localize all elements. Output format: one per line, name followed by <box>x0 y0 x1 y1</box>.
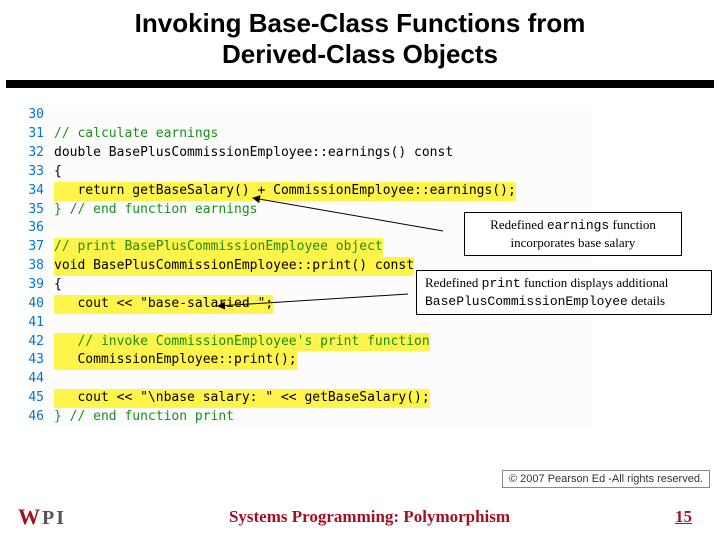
callout-earnings: Redefined earnings function incorporates… <box>464 212 682 256</box>
logo-letter: W <box>18 504 40 530</box>
code-line: 31// calculate earnings <box>28 125 592 144</box>
callout-text: function displays additional <box>521 275 669 290</box>
code-line: 33{ <box>28 163 592 182</box>
logo-letter: I <box>56 507 64 530</box>
page-number: 15 <box>675 507 692 527</box>
line-number: 46 <box>28 408 54 427</box>
code-content: cout << "base-salaried "; <box>54 295 273 314</box>
callout-code: BasePlusCommissionEmployee <box>425 294 628 309</box>
line-number: 41 <box>28 314 54 333</box>
line-number: 33 <box>28 163 54 182</box>
footer-title: Systems Programming: Polymorphism <box>64 507 675 527</box>
copyright: © 2007 Pearson Ed -All rights reserved. <box>502 470 710 488</box>
callout-text: Redefined <box>425 275 482 290</box>
code-listing: 3031// calculate earnings32double BasePl… <box>28 106 592 426</box>
code-line: 30 <box>28 106 592 125</box>
code-area: 3031// calculate earnings32double BasePl… <box>0 88 720 426</box>
line-number: 42 <box>28 333 54 352</box>
code-content: CommissionEmployee::print(); <box>54 351 297 370</box>
callout-text: Redefined <box>490 217 547 232</box>
line-number: 39 <box>28 276 54 295</box>
code-line: 43 CommissionEmployee::print(); <box>28 351 592 370</box>
line-number: 36 <box>28 219 54 238</box>
line-number: 34 <box>28 182 54 201</box>
code-content: { <box>54 163 62 182</box>
line-number: 38 <box>28 257 54 276</box>
code-content: } // end function earnings <box>54 201 258 220</box>
code-content: // invoke CommissionEmployee's print fun… <box>54 333 430 352</box>
code-line: 42 // invoke CommissionEmployee's print … <box>28 333 592 352</box>
code-content: void BasePlusCommissionEmployee::print()… <box>54 257 414 276</box>
code-line: 41 <box>28 314 592 333</box>
code-content: { <box>54 276 62 295</box>
wpi-logo: W P I <box>18 504 64 530</box>
callout-code: earnings <box>547 218 609 233</box>
code-line: 44 <box>28 370 592 389</box>
code-line: 34 return getBaseSalary() + CommissionEm… <box>28 182 592 201</box>
callout-print: Redefined print function displays additi… <box>416 270 712 315</box>
slide-title-line1: Invoking Base-Class Functions from <box>40 8 680 39</box>
line-number: 30 <box>28 106 54 125</box>
code-line: 46} // end function print <box>28 408 592 427</box>
code-content: // print BasePlusCommissionEmployee obje… <box>54 238 383 257</box>
footer: W P I Systems Programming: Polymorphism … <box>0 504 720 530</box>
line-number: 40 <box>28 295 54 314</box>
slide-title-block: Invoking Base-Class Functions from Deriv… <box>0 0 720 76</box>
callout-code: print <box>482 276 521 291</box>
logo-letter: P <box>42 507 54 530</box>
title-underline <box>6 80 714 88</box>
line-number: 31 <box>28 125 54 144</box>
code-content: cout << "\nbase salary: " << getBaseSala… <box>54 389 430 408</box>
code-line: 45 cout << "\nbase salary: " << getBaseS… <box>28 389 592 408</box>
code-content: } // end function print <box>54 408 234 427</box>
line-number: 32 <box>28 144 54 163</box>
code-line: 32double BasePlusCommissionEmployee::ear… <box>28 144 592 163</box>
code-content: // calculate earnings <box>54 125 218 144</box>
line-number: 45 <box>28 389 54 408</box>
callout-text: details <box>628 293 665 308</box>
line-number: 37 <box>28 238 54 257</box>
line-number: 35 <box>28 201 54 220</box>
code-content: return getBaseSalary() + CommissionEmplo… <box>54 182 516 201</box>
line-number: 43 <box>28 351 54 370</box>
slide-title-line2: Derived-Class Objects <box>40 39 680 70</box>
line-number: 44 <box>28 370 54 389</box>
code-content: double BasePlusCommissionEmployee::earni… <box>54 144 453 163</box>
